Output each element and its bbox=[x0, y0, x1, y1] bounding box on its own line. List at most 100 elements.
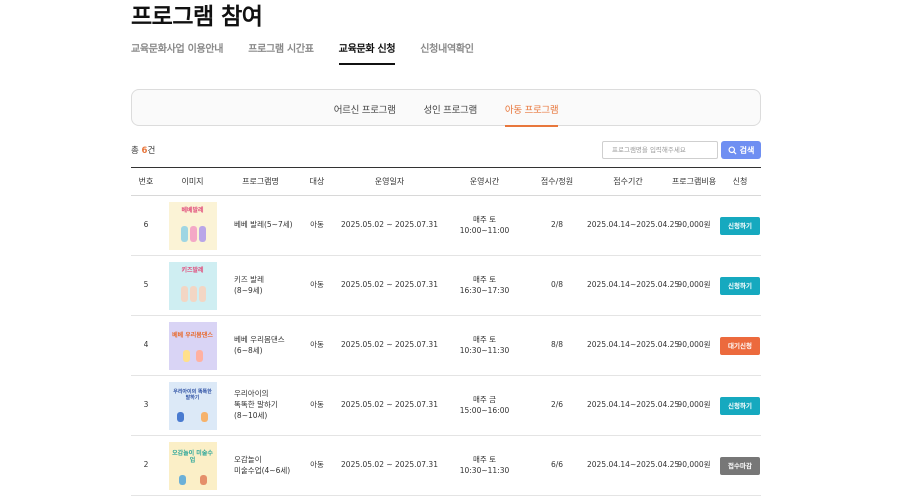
row-target: 아동 bbox=[297, 375, 337, 436]
row-period: 2025.04.14~2025.04.25 bbox=[587, 315, 679, 376]
program-name[interactable]: 베베 발레(5~7세) bbox=[234, 220, 297, 231]
thumbnail-figure bbox=[198, 225, 206, 242]
search-icon bbox=[728, 145, 737, 155]
thumbnail-title: 베베발레 bbox=[181, 206, 204, 214]
apply-button[interactable]: 신청하기 bbox=[720, 396, 760, 415]
thumbnail-title: 키즈발레 bbox=[181, 266, 204, 274]
row-number: 5 bbox=[131, 255, 161, 316]
thumbnail-title: 베베 우리몸댄스 bbox=[172, 331, 213, 339]
thumbnail-figure bbox=[180, 285, 188, 302]
row-number: 4 bbox=[131, 315, 161, 376]
row-enrollment: 8/8 bbox=[527, 315, 587, 376]
thumbnail-figure bbox=[189, 285, 197, 302]
thumbnail-figure bbox=[195, 349, 203, 362]
thumbnail-figure bbox=[176, 411, 184, 422]
table-row: 3 우리아이의 똑똑한 말하기 우리아이의 똑똑한 말하기 (8~10세) 아동 2… bbox=[131, 375, 761, 436]
row-enrollment: 6/6 bbox=[527, 435, 587, 496]
row-period: 2025.04.14~2025.04.25 bbox=[587, 435, 679, 496]
row-dates: 2025.05.02 ~ 2025.07.31 bbox=[337, 435, 442, 496]
row-period: 2025.04.14~2025.04.25 bbox=[587, 255, 679, 316]
table-row: 2 오감놀이 미술수업 오감놀이 미술수업(4~6세) 아동 2025.05.02… bbox=[131, 435, 761, 496]
search-input[interactable] bbox=[602, 141, 718, 159]
row-dates: 2025.05.02 ~ 2025.07.31 bbox=[337, 255, 442, 316]
row-number: 2 bbox=[131, 435, 161, 496]
row-dates: 2025.05.02 ~ 2025.07.31 bbox=[337, 375, 442, 436]
total-prefix: 총 bbox=[131, 146, 139, 156]
row-fee: 90,000원 bbox=[669, 435, 719, 496]
row-number: 6 bbox=[131, 195, 161, 256]
tab-program-timetable[interactable]: 프로그램 시간표 bbox=[248, 40, 314, 65]
program-name[interactable]: 우리아이의 bbox=[234, 389, 297, 400]
sub-tabs-box: 어르신 프로그램 성인 프로그램 아동 프로그램 bbox=[131, 89, 761, 127]
table-header: 번호 이미지 프로그램명 대상 운영일자 운영시간 접수/정원 접수기간 프로그… bbox=[131, 167, 761, 196]
apply-button[interactable]: 신청하기 bbox=[720, 216, 760, 235]
row-time-day: 매주 토 bbox=[472, 334, 497, 344]
closed-button[interactable]: 접수마감 bbox=[720, 456, 760, 475]
table-row: 4 베베 우리몸댄스 베베 우리몸댄스 (6~8세) 아동 2025.05.02 … bbox=[131, 315, 761, 376]
thumbnail-figure bbox=[189, 225, 197, 242]
row-target: 아동 bbox=[297, 315, 337, 376]
program-name[interactable]: 베베 우리몸댄스 bbox=[234, 335, 297, 346]
thumbnail-title: 오감놀이 미술수업 bbox=[172, 449, 213, 464]
apply-button[interactable]: 신청하기 bbox=[720, 276, 760, 295]
program-name-age: (8~10세) bbox=[234, 410, 268, 420]
search-button[interactable]: 검색 bbox=[721, 141, 761, 159]
total-suffix: 건 bbox=[147, 146, 156, 156]
tab-application-history[interactable]: 신청내역확인 bbox=[420, 40, 474, 65]
program-thumbnail[interactable]: 오감놀이 미술수업 bbox=[168, 441, 217, 490]
sub-tabs: 어르신 프로그램 성인 프로그램 아동 프로그램 bbox=[132, 102, 760, 127]
row-time-hours: 16:30~17:30 bbox=[459, 285, 510, 295]
thumbnail-title: 우리아이의 똑똑한 말하기 bbox=[173, 388, 212, 401]
thumbnail-figure bbox=[198, 285, 206, 302]
program-name-line2: 똑똑한 말하기 bbox=[234, 400, 278, 410]
tab-senior-program[interactable]: 어르신 프로그램 bbox=[334, 102, 396, 127]
col-apply: 신청 bbox=[719, 167, 761, 196]
row-time-day: 매주 토 bbox=[472, 214, 497, 224]
row-enrollment: 2/6 bbox=[527, 375, 587, 436]
tab-education-guide[interactable]: 교육문화사업 이용안내 bbox=[131, 40, 223, 65]
program-name[interactable]: 오감놀이 bbox=[234, 455, 297, 466]
row-dates: 2025.05.02 ~ 2025.07.31 bbox=[337, 195, 442, 256]
row-fee: 90,000원 bbox=[669, 195, 719, 256]
thumbnail-figure bbox=[199, 474, 207, 485]
program-thumbnail[interactable]: 우리아이의 똑똑한 말하기 bbox=[168, 381, 217, 430]
row-number: 3 bbox=[131, 375, 161, 436]
total-count: 총 6건 bbox=[131, 144, 155, 156]
program-thumbnail[interactable]: 베베발레 bbox=[168, 201, 217, 250]
thumbnail-figure bbox=[200, 411, 208, 422]
program-thumbnail[interactable]: 베베 우리몸댄스 bbox=[168, 321, 217, 370]
program-name-line2: 미술수업(4~6세) bbox=[234, 465, 291, 475]
row-fee: 90,000원 bbox=[669, 315, 719, 376]
program-name[interactable]: 키즈 발레 bbox=[234, 275, 297, 286]
row-time-day: 매주 토 bbox=[472, 454, 497, 464]
col-enrollment: 접수/정원 bbox=[527, 167, 587, 196]
row-time-hours: 10:30~11:30 bbox=[459, 345, 510, 355]
tab-education-apply[interactable]: 교육문화 신청 bbox=[338, 40, 396, 65]
row-time-day: 매주 금 bbox=[472, 394, 497, 404]
waitlist-button[interactable]: 대기신청 bbox=[720, 336, 760, 355]
col-time: 운영시간 bbox=[442, 167, 527, 196]
tab-adult-program[interactable]: 성인 프로그램 bbox=[424, 102, 478, 127]
row-period: 2025.04.14~2025.04.25 bbox=[587, 375, 679, 436]
program-thumbnail[interactable]: 키즈발레 bbox=[168, 261, 217, 310]
thumbnail-figure bbox=[178, 474, 186, 485]
program-name-age: (8~9세) bbox=[234, 285, 263, 295]
row-time-hours: 15:00~16:00 bbox=[459, 405, 510, 415]
search-button-label: 검색 bbox=[739, 145, 755, 155]
table-row: 6 베베발레 베베 발레(5~7세) 아동 2025.05.02 ~ 2025.… bbox=[131, 195, 761, 256]
table-row: 5 키즈발레 키즈 발레 (8~9세) 아동 2025.05.02 ~ 2025.… bbox=[131, 255, 761, 316]
col-image: 이미지 bbox=[161, 167, 224, 196]
row-fee: 90,000원 bbox=[669, 375, 719, 436]
row-enrollment: 2/8 bbox=[527, 195, 587, 256]
col-fee: 프로그램비용 bbox=[669, 167, 719, 196]
row-time-day: 매주 토 bbox=[472, 274, 497, 284]
row-target: 아동 bbox=[297, 255, 337, 316]
program-name-age: (6~8세) bbox=[234, 345, 263, 355]
row-time-hours: 10:30~11:30 bbox=[459, 465, 510, 475]
tab-child-program[interactable]: 아동 프로그램 bbox=[504, 102, 559, 127]
col-number: 번호 bbox=[131, 167, 161, 196]
main-tabs: 교육문화사업 이용안내 프로그램 시간표 교육문화 신청 신청내역확인 bbox=[131, 40, 499, 65]
col-target: 대상 bbox=[297, 167, 337, 196]
col-dates: 운영일자 bbox=[337, 167, 442, 196]
page-title: 프로그램 참여 bbox=[131, 4, 263, 30]
